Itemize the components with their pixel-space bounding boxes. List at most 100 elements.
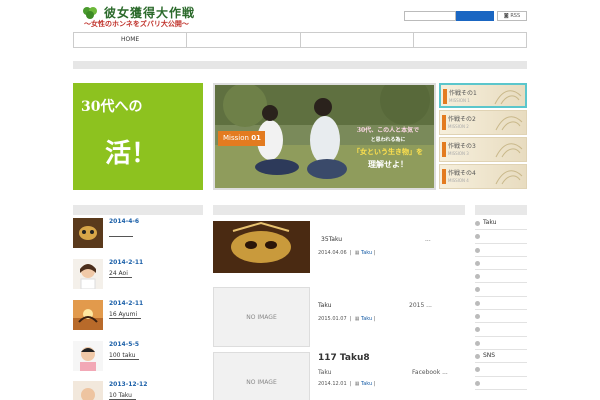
promo-line2: 活！ [105,139,158,169]
no-image-placeholder[interactable]: NO IMAGE [213,287,310,347]
slider-text: 30代、この人と本気で と思われる為に 「女という生き物」を 理解せよ！ [341,125,434,170]
clover-icon [83,7,97,19]
sidebar-item[interactable] [475,377,527,390]
list-item-date: 2014-4-6 [109,218,140,225]
sidebar-item[interactable] [475,337,527,350]
sidebar-item[interactable] [475,310,527,324]
post-excerpt: 2015 ... [409,302,432,309]
slider-text-line3: 「女という生き物」を [353,147,423,156]
bullet-icon [475,300,480,306]
sidebar-item-label: SNS [483,351,496,359]
slider-thumb-2[interactable]: 作戦その2 MISSION 2 [439,110,527,135]
bullet-icon [475,234,480,240]
list-item[interactable]: 2014-2-11 16 Ayumi [73,300,203,330]
thumb-marker [443,89,447,104]
sidebar-item[interactable] [475,323,527,337]
hero-slider[interactable]: Mission 01 30代、この人と本気で と思われる為に 「女という生き物」… [213,83,436,190]
post-thumbnail[interactable] [213,221,310,273]
swirl-ornament-icon [494,90,522,105]
sidebar-item[interactable] [475,363,527,377]
search-input[interactable] [404,11,456,21]
thumb-title: 作戦その4 [448,170,476,177]
thumb-sub: MISSION 3 [448,151,469,156]
thumb-title: 作戦その3 [448,143,476,150]
slider-thumb-4[interactable]: 作戦その4 MISSION 4 [439,164,527,189]
rss-button[interactable]: ◙ RSS [497,11,527,21]
slider-thumb-1[interactable]: 作戦その1 MISSION 1 [439,83,527,108]
main-nav: HOME [73,32,527,48]
list-item-date: 2014-5-5 [109,341,140,348]
bullet-icon [475,367,480,373]
slider-thumbs: 作戦その1 MISSION 1 作戦その2 MISSION 2 作戦その3 MI… [439,83,527,191]
list-item-title[interactable]: 10 Taku [109,392,136,400]
slider-text-line1: 30代、この人と本気で [356,127,420,134]
post-meta: 2014.12.01 | ▦ Taku | [318,381,376,387]
nav-item-3[interactable] [301,33,414,47]
avatar [73,341,103,371]
search-button[interactable] [456,11,494,21]
rss-label: RSS [510,13,521,19]
list-item[interactable]: 2014-5-5 100 taku [73,341,203,371]
folder-icon: ▦ [354,250,360,256]
swirl-ornament-icon [495,143,523,158]
post-meta: 2014.04.06 | ▦ Taku | [318,250,376,256]
list-item[interactable]: 2013-12-12 10 Taku [73,381,203,400]
post-title[interactable]: Taku [318,302,331,309]
sidebar-item[interactable] [475,244,527,257]
bullet-icon [475,247,480,253]
folder-icon: ▦ [354,381,360,387]
list-item-title[interactable]: 16 Ayumi [109,311,142,319]
post-title[interactable]: 35Taku [321,236,342,243]
slider-thumb-3[interactable]: 作戦その3 MISSION 3 [439,137,527,162]
no-image-placeholder[interactable]: NO IMAGE [213,352,310,400]
slider-text-line4: 理解せよ！ [368,159,408,169]
post-card[interactable]: NO IMAGE 117 Taku8 Taku Facebook ... 201… [213,352,465,400]
nav-item-2[interactable] [187,33,301,47]
list-item[interactable]: 2014-4-6 [73,218,203,248]
page: 彼女獲得大作戦 〜女性のホンネをズバリ大公開〜 ◙ RSS HOME 30代への… [0,0,600,400]
promo-banner[interactable]: 30代への 活！ [73,83,203,190]
post-card[interactable]: NO IMAGE Taku 2015 ... 2015.01.07 | ▦ Ta… [213,287,465,347]
bullet-icon [475,274,480,280]
bullet-icon [475,340,480,346]
thumb-marker [442,115,446,130]
bullet-icon [475,221,480,226]
breadcrumb-bar [73,61,527,69]
post-title[interactable]: 117 Taku8 [318,353,370,363]
nav-item-4[interactable] [414,33,526,47]
site-logo[interactable]: 彼女獲得大作戦 〜女性のホンネをズバリ大公開〜 [82,4,222,30]
mission-number: 01 [251,134,261,142]
promo-line1: 30代への [81,99,143,115]
bullet-icon [475,287,480,293]
swirl-ornament-icon [495,170,523,185]
post-meta: 2015.01.07 | ▦ Taku | [318,316,376,322]
avatar [73,381,103,400]
post-date: 2015.01.07 [318,316,347,322]
bullet-icon [475,353,480,359]
list-item-title[interactable] [109,229,133,237]
bullet-icon [475,314,480,320]
list-item-title[interactable]: 100 taku [109,352,140,360]
post-category[interactable]: Taku [361,381,372,387]
sidebar-item[interactable] [475,297,527,311]
avatar [73,218,103,248]
post-category[interactable]: Taku [361,250,372,256]
sidebar-item[interactable] [475,230,527,244]
nav-item-home[interactable]: HOME [74,33,188,47]
site-subtitle: 〜女性のホンネをズバリ大公開〜 [84,20,189,28]
list-item[interactable]: 2014-2-11 24 Aoi [73,259,203,289]
post-category[interactable]: Taku [361,316,372,322]
avatar [73,300,103,330]
post-card[interactable]: 35Taku ... 2014.04.06 | ▦ Taku | [213,221,465,273]
sidebar-item[interactable] [475,257,527,271]
list-item-title[interactable]: 24 Aoi [109,270,132,278]
thumb-sub: MISSION 4 [448,178,469,183]
thumb-sub: MISSION 1 [449,98,470,103]
bullet-icon [475,260,480,266]
sidebar-item[interactable]: SNS [475,350,527,364]
sidebar-item[interactable] [475,283,527,297]
sidebar-item[interactable] [475,270,527,284]
sidebar-item[interactable]: Taku [475,217,527,231]
thumb-sub: MISSION 2 [448,124,469,129]
post-date: 2014.04.06 [318,250,347,256]
